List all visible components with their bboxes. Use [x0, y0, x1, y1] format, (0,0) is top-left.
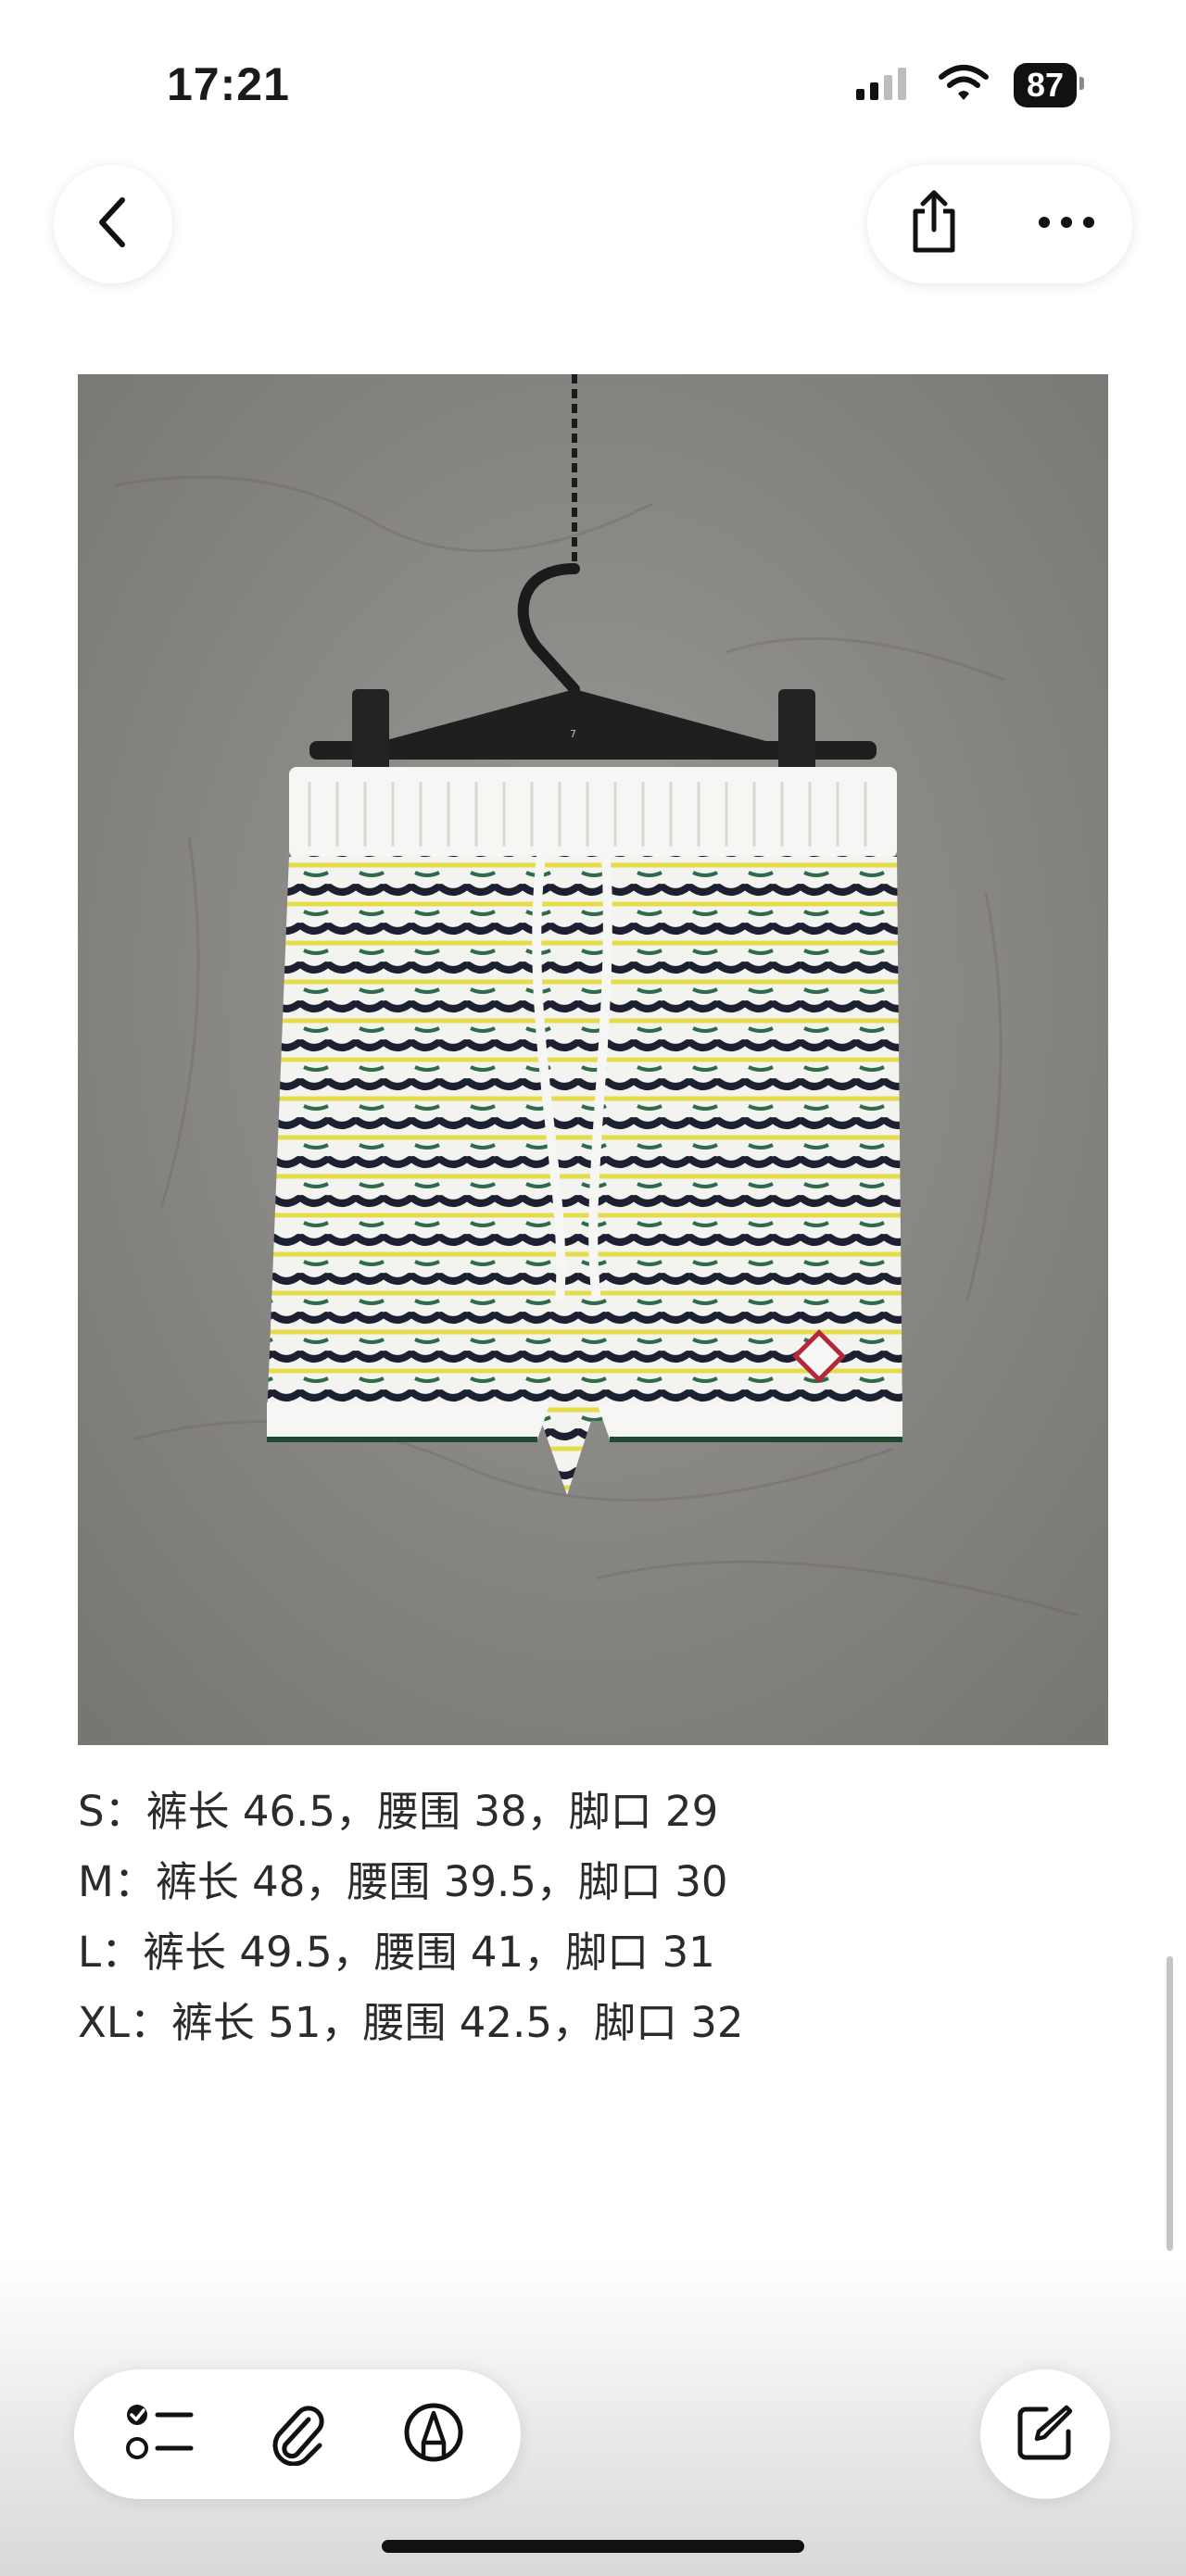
size-line-xl: XL：裤长 51，腰围 42.5，脚口 32 — [78, 1998, 744, 2047]
share-button[interactable] — [888, 178, 980, 270]
status-icons: 87 — [854, 59, 1085, 111]
vertical-scrollbar[interactable] — [1167, 1956, 1173, 2251]
attachment-button[interactable] — [251, 2388, 344, 2481]
share-icon — [906, 189, 962, 259]
compose-button[interactable] — [980, 2369, 1110, 2499]
product-photo: 7 — [78, 374, 1108, 1745]
size-line-s: S：裤长 46.5，腰围 38，脚口 29 — [78, 1787, 719, 1836]
battery-icon: 87 — [1013, 63, 1085, 107]
ellipsis-icon — [1037, 215, 1096, 233]
size-line-l: L：裤长 49.5，腰围 41，脚口 31 — [78, 1928, 715, 1977]
checklist-button[interactable] — [115, 2388, 208, 2481]
size-chart: S：裤长 46.5，腰围 38，脚口 29 M：裤长 48，腰围 39.5，脚口… — [78, 1777, 744, 2058]
home-indicator[interactable] — [382, 2540, 804, 2553]
paperclip-icon — [268, 2399, 327, 2469]
back-button[interactable] — [54, 165, 172, 283]
status-time: 17:21 — [167, 58, 290, 110]
markup-button[interactable] — [387, 2388, 480, 2481]
chevron-left-icon — [93, 195, 133, 254]
checklist-icon — [124, 2400, 198, 2469]
size-line-m: M：裤长 48，腰围 39.5，脚口 30 — [78, 1857, 728, 1906]
hanger-tag: 7 — [570, 728, 576, 740]
compose-icon — [1015, 2402, 1076, 2467]
cellular-signal-icon — [854, 65, 914, 106]
actions-pill — [867, 165, 1132, 283]
wifi-icon — [938, 64, 990, 107]
pen-markup-icon — [401, 2400, 466, 2469]
bottom-toolbar — [74, 2369, 521, 2499]
more-button[interactable] — [1020, 178, 1113, 270]
